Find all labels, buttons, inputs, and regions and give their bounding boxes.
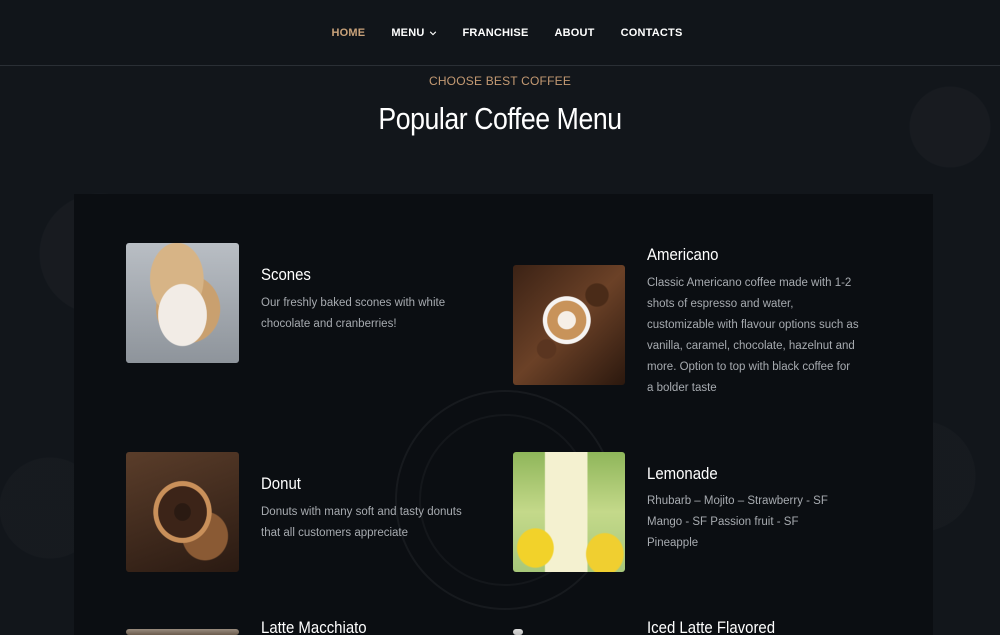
nav-item-contacts[interactable]: CONTACTS [621, 27, 683, 39]
menu-item-name[interactable]: Scones [261, 265, 311, 285]
nav-item-franchise[interactable]: FRANCHISE [463, 27, 529, 39]
nav-item-menu[interactable]: MENU [391, 27, 436, 39]
lemonade-photo[interactable] [513, 452, 625, 572]
nav-item-label: ABOUT [554, 26, 595, 39]
menu-item-name[interactable]: Donut [261, 474, 301, 494]
menu-item-description: Classic Americano coffee made with 1-2 s… [647, 277, 859, 394]
latte-photo[interactable] [126, 629, 239, 635]
menu-item-name[interactable]: Iced Latte Flavored [647, 618, 775, 635]
nav-item-about[interactable]: ABOUT [554, 27, 594, 39]
menu-item-name[interactable]: Latte Macchiato [261, 618, 367, 635]
americano-photo[interactable] [513, 265, 625, 385]
menu-item-name[interactable]: Americano [647, 245, 719, 265]
menu-item-description: Our freshly baked scones with white choc… [261, 297, 446, 330]
nav-item-label: FRANCHISE [462, 26, 529, 39]
nav-item-label: MENU [391, 26, 425, 39]
nav-menu: HOME MENU FRANCHISE ABOUT CONTACTS [305, 27, 696, 39]
section-subtitle: CHOOSE BEST COFFEE [428, 74, 572, 88]
menu-item-description: Rhubarb – Mojito – Strawberry - SF Mango… [647, 495, 828, 549]
top-navbar: HOME MENU FRANCHISE ABOUT CONTACTS [0, 0, 1000, 66]
donut-photo[interactable] [126, 452, 239, 572]
scones-photo[interactable] [126, 243, 239, 363]
iced-latte-photo[interactable] [513, 629, 523, 635]
chevron-down-icon [429, 30, 436, 35]
section-title: Popular Coffee Menu [378, 101, 622, 136]
nav-item-label: CONTACTS [620, 26, 683, 39]
menu-item-description: Donuts with many soft and tasty donuts t… [261, 506, 462, 539]
nav-item-label: HOME [331, 26, 366, 39]
nav-item-home[interactable]: HOME [332, 27, 366, 39]
menu-item-name[interactable]: Lemonade [647, 464, 718, 484]
